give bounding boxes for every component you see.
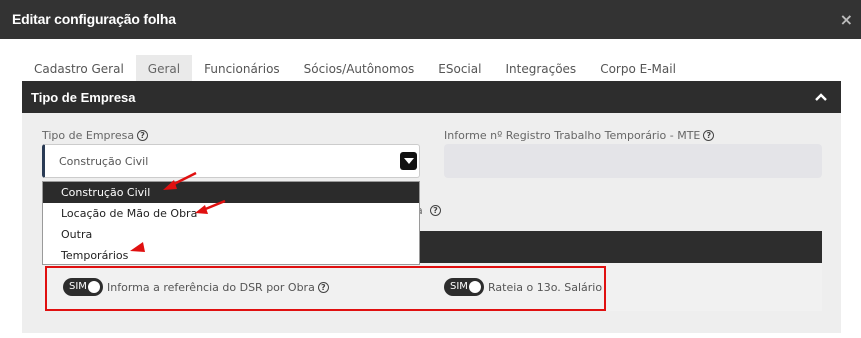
chevron-down-icon[interactable] bbox=[400, 152, 417, 170]
tab-geral[interactable]: Geral bbox=[135, 55, 193, 81]
dropdown-option-outra[interactable]: Outra bbox=[43, 224, 419, 245]
edit-config-modal: Editar configuração folha × Cadastro Ger… bbox=[0, 0, 861, 338]
help-icon[interactable]: ? bbox=[703, 130, 715, 141]
mte-registro-input[interactable] bbox=[444, 144, 822, 178]
tipo-empresa-selected-value: Construção Civil bbox=[59, 155, 149, 168]
tipo-empresa-label-text: Tipo de Empresa bbox=[42, 129, 135, 142]
tab-socios-autonomos[interactable]: Sócios/Autônomos bbox=[292, 55, 427, 81]
close-icon[interactable]: × bbox=[840, 10, 853, 29]
mte-label-text: Informe nº Registro Trabalho Temporário … bbox=[444, 129, 701, 142]
tipo-empresa-select[interactable]: Construção Civil bbox=[42, 144, 420, 178]
chevron-up-icon[interactable] bbox=[815, 91, 827, 103]
tipo-empresa-dropdown-list: Construção Civil Locação de Mão de Obra … bbox=[42, 181, 420, 265]
section-header-tipo-empresa[interactable]: Tipo de Empresa bbox=[22, 81, 841, 113]
dropdown-option-construcao-civil[interactable]: Construção Civil bbox=[43, 182, 419, 203]
help-icon[interactable]: ? bbox=[137, 130, 149, 141]
dropdown-option-locacao-mao-obra[interactable]: Locação de Mão de Obra bbox=[43, 203, 419, 224]
mte-label: Informe nº Registro Trabalho Temporário … bbox=[444, 129, 715, 142]
dropdown-option-temporarios[interactable]: Temporários bbox=[43, 245, 419, 266]
tab-bar: Cadastro Geral Geral Funcionários Sócios… bbox=[22, 55, 688, 81]
help-icon[interactable]: ? bbox=[430, 205, 441, 216]
tab-cadastro-geral[interactable]: Cadastro Geral bbox=[22, 55, 136, 81]
tab-corpo-email[interactable]: Corpo E-Mail bbox=[588, 55, 688, 81]
tab-integracoes[interactable]: Integrações bbox=[493, 55, 588, 81]
section-title: Tipo de Empresa bbox=[31, 90, 136, 105]
highlight-box bbox=[45, 266, 606, 311]
tab-esocial[interactable]: ESocial bbox=[426, 55, 493, 81]
modal-title: Editar configuração folha bbox=[12, 11, 176, 27]
tab-funcionarios[interactable]: Funcionários bbox=[192, 55, 292, 81]
modal-title-bar: Editar configuração folha × bbox=[0, 0, 861, 39]
tipo-empresa-label: Tipo de Empresa? bbox=[42, 129, 149, 142]
